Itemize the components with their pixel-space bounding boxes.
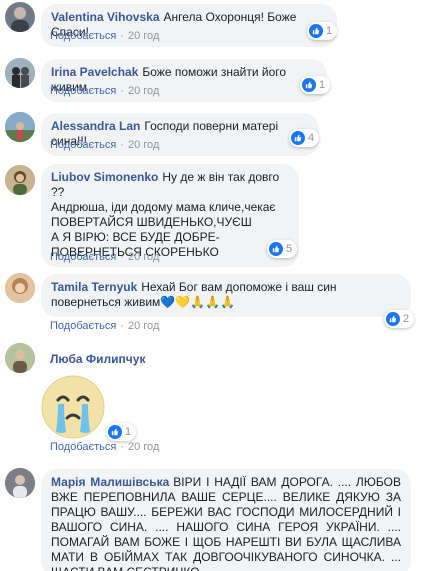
reaction-count[interactable]: 2 [384, 310, 415, 328]
avatar[interactable] [5, 2, 35, 32]
avatar[interactable] [5, 343, 35, 373]
reaction-count[interactable]: 5 [267, 240, 298, 258]
timestamp[interactable]: 20 год [128, 85, 159, 97]
timestamp[interactable]: 20 год [128, 441, 159, 453]
avatar[interactable] [5, 58, 35, 88]
comment-meta: Подобається · 20 год [50, 320, 160, 332]
comment-author[interactable]: Irina Pavelchak [51, 65, 138, 79]
like-link[interactable]: Подобається [50, 251, 116, 263]
comment-text: ВІРИ І НАДІЇ ВАМ ДОРОГА. .... ЛЮБОВ ВЖЕ … [51, 475, 401, 571]
comment-meta: Подобається · 20 год [50, 441, 160, 453]
like-link[interactable]: Подобається [50, 85, 116, 97]
comment-meta: Подобається · 20 год [50, 139, 160, 151]
comment-author[interactable]: Марія Малишівська [51, 475, 169, 489]
like-icon [108, 425, 122, 439]
like-link[interactable]: Подобається [50, 139, 116, 151]
reaction-count[interactable]: 1 [307, 22, 338, 40]
like-icon [386, 312, 400, 326]
timestamp[interactable]: 20 год [128, 30, 159, 42]
like-icon [269, 242, 283, 256]
like-link[interactable]: Подобається [50, 30, 116, 42]
like-link[interactable]: Подобається [50, 320, 116, 332]
comment-author[interactable]: Liubov Simonenko [51, 170, 158, 184]
avatar[interactable] [5, 165, 35, 195]
comment-author[interactable]: Alessandra Lan [51, 119, 140, 133]
timestamp[interactable]: 20 год [128, 139, 159, 151]
reaction-count[interactable]: 1 [300, 76, 331, 94]
comment-meta: Подобається · 20 год [50, 251, 160, 263]
avatar[interactable] [5, 273, 35, 303]
like-link[interactable]: Подобається [50, 441, 116, 453]
like-icon [291, 131, 305, 145]
comment-meta: Подобається · 20 год [50, 85, 160, 97]
avatar[interactable] [5, 468, 35, 498]
reaction-count[interactable]: 4 [289, 129, 320, 147]
crying-face-sticker [38, 372, 108, 442]
comment-author[interactable]: Люба Филипчук [50, 352, 145, 366]
like-icon [302, 78, 316, 92]
comment-bubble: Tamila Ternyuk Нехай Бог вам допоможе і в… [41, 274, 411, 317]
comment-author[interactable]: Tamila Ternyuk [51, 280, 137, 294]
timestamp[interactable]: 20 год [128, 320, 159, 332]
avatar[interactable] [5, 112, 35, 142]
timestamp[interactable]: 20 год [128, 251, 159, 263]
like-icon [309, 24, 323, 38]
comment-bubble: Марія Малишівська ВІРИ І НАДІЇ ВАМ ДОРОГА… [41, 469, 411, 571]
comment-author[interactable]: Valentina Vihovska [51, 10, 160, 24]
reaction-count[interactable]: 1 [106, 423, 137, 441]
comment-meta: Подобається · 20 год [50, 30, 160, 42]
